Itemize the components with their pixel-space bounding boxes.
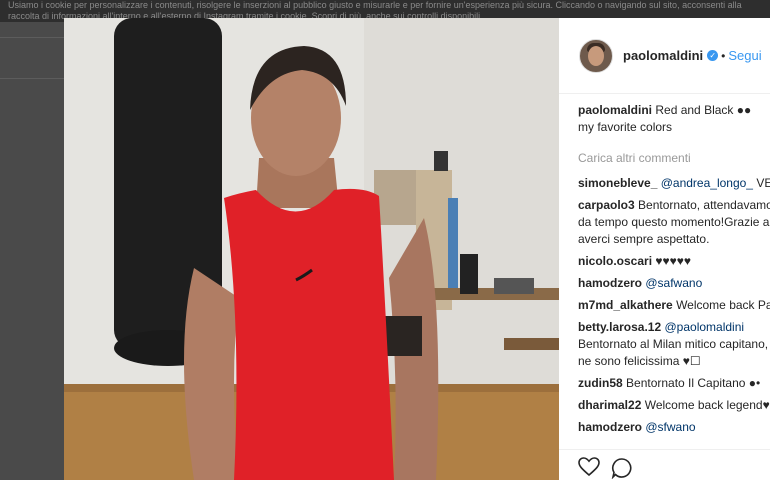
comment-mention[interactable]: @safwano xyxy=(645,276,702,290)
comment: hamodzero @sfwano xyxy=(578,419,770,436)
comment-username[interactable]: zudin58 xyxy=(578,376,623,390)
post-caption: paolomaldini Red and Black ●● my favorit… xyxy=(578,102,766,136)
follow-button[interactable]: Segui xyxy=(728,48,761,63)
load-more-comments-button[interactable]: Carica altri commenti xyxy=(578,150,770,167)
comment: hamodzero @safwano xyxy=(578,275,770,292)
comment-username[interactable]: betty.larosa.12 xyxy=(578,320,661,334)
comments-list: paolomaldini Red and Black ●● my favorit… xyxy=(559,94,770,436)
comment-username[interactable]: carpaolo3 xyxy=(578,198,635,212)
post-header: paolomaldini ✓ • Segui xyxy=(559,18,770,94)
comment-text: Welcome back legend♥☐ xyxy=(644,398,770,412)
comment: nicolo.oscari ♥♥♥♥♥ xyxy=(578,253,770,270)
divider xyxy=(0,37,64,38)
post-photo[interactable] xyxy=(64,18,559,480)
post-actions xyxy=(559,449,770,480)
comment-username[interactable]: dharimal22 xyxy=(578,398,641,412)
comment-text: Welcome back Paolo xyxy=(676,298,770,312)
comment-username[interactable]: hamodzero xyxy=(578,276,642,290)
photo-illustration xyxy=(64,18,559,480)
comment-text: Bentornato al Milan mitico capitano, ne … xyxy=(578,337,769,368)
caption-username[interactable]: paolomaldini xyxy=(578,103,652,117)
comment: carpaolo3 Bentornato, attendavamo da tem… xyxy=(578,197,770,248)
comment-mention[interactable]: @sfwano xyxy=(645,420,695,434)
comment-username[interactable]: hamodzero xyxy=(578,420,642,434)
comment: betty.larosa.12 @paolomaldini Bentornato… xyxy=(578,319,770,370)
comment-username[interactable]: simonebleve_ xyxy=(578,176,657,190)
comment-text: VEGGO xyxy=(756,176,770,190)
comment-mention[interactable]: @andrea_longo_ xyxy=(661,176,753,190)
comment-username[interactable]: nicolo.oscari xyxy=(578,254,652,268)
comment-bubble-icon[interactable] xyxy=(611,457,633,479)
avatar[interactable] xyxy=(579,38,613,73)
post-sidebar: paolomaldini ✓ • Segui paolomaldini Red … xyxy=(559,18,770,480)
comment: zudin58 Bentornato Il Capitano ●• xyxy=(578,375,770,392)
page-backdrop xyxy=(0,22,64,480)
separator: • xyxy=(721,48,726,63)
comment: m7md_alkathere Welcome back Paolo xyxy=(578,297,770,314)
like-heart-icon[interactable] xyxy=(578,457,600,477)
author-username[interactable]: paolomaldini xyxy=(623,48,703,63)
comment-username[interactable]: m7md_alkathere xyxy=(578,298,673,312)
comment: dharimal22 Welcome back legend♥☐ xyxy=(578,397,770,414)
verified-badge-icon: ✓ xyxy=(707,50,719,61)
comment-text: ♥♥♥♥♥ xyxy=(655,254,691,268)
comment-mention[interactable]: @paolomaldini xyxy=(665,320,745,334)
comment-text: Bentornato Il Capitano ●• xyxy=(626,376,761,390)
divider xyxy=(0,78,64,79)
comment: simonebleve_ @andrea_longo_ VEGGO xyxy=(578,175,770,192)
